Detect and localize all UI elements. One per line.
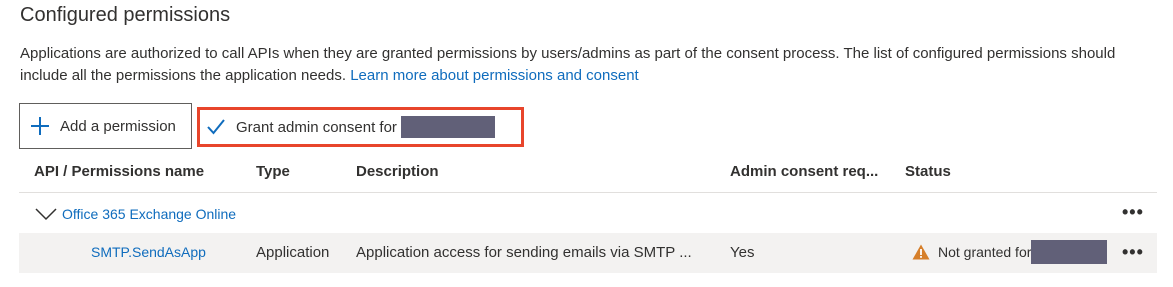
plus-icon [30, 116, 50, 136]
warning-icon [912, 244, 930, 260]
status-text: Not granted for [938, 244, 1032, 260]
redacted-tenant-name [1031, 240, 1108, 264]
grant-admin-consent-button[interactable]: Grant admin consent for [197, 107, 524, 147]
group-more-actions-icon[interactable]: ••• [1122, 202, 1144, 223]
api-group-name[interactable]: Office 365 Exchange Online [62, 206, 236, 222]
row-more-actions-icon[interactable]: ••• [1122, 242, 1144, 263]
api-group-row[interactable]: Office 365 Exchange Online [34, 206, 236, 222]
column-header-admin-consent[interactable]: Admin consent req... [730, 163, 878, 180]
column-header-api[interactable]: API / Permissions name [34, 163, 204, 180]
checkmark-icon [207, 119, 225, 135]
column-header-status[interactable]: Status [905, 163, 951, 180]
redacted-tenant-name [400, 116, 495, 138]
header-divider [19, 192, 1157, 193]
permission-name-link[interactable]: SMTP.SendAsApp [91, 244, 206, 260]
section-title: Configured permissions [20, 4, 231, 26]
permission-status: Not granted for [912, 240, 1108, 264]
learn-more-link[interactable]: Learn more about permissions and consent [350, 67, 639, 84]
column-header-type[interactable]: Type [256, 163, 290, 180]
section-description: Applications are authorized to call APIs… [20, 43, 1160, 87]
permission-description: Application access for sending emails vi… [356, 244, 692, 261]
chevron-down-icon[interactable] [34, 207, 58, 221]
permission-admin-consent: Yes [730, 244, 755, 261]
add-permission-button[interactable]: Add a permission [19, 103, 192, 149]
grant-consent-label: Grant admin consent for [236, 118, 397, 136]
column-header-description[interactable]: Description [356, 163, 439, 180]
permission-type: Application [256, 244, 330, 261]
add-permission-label: Add a permission [60, 117, 176, 135]
